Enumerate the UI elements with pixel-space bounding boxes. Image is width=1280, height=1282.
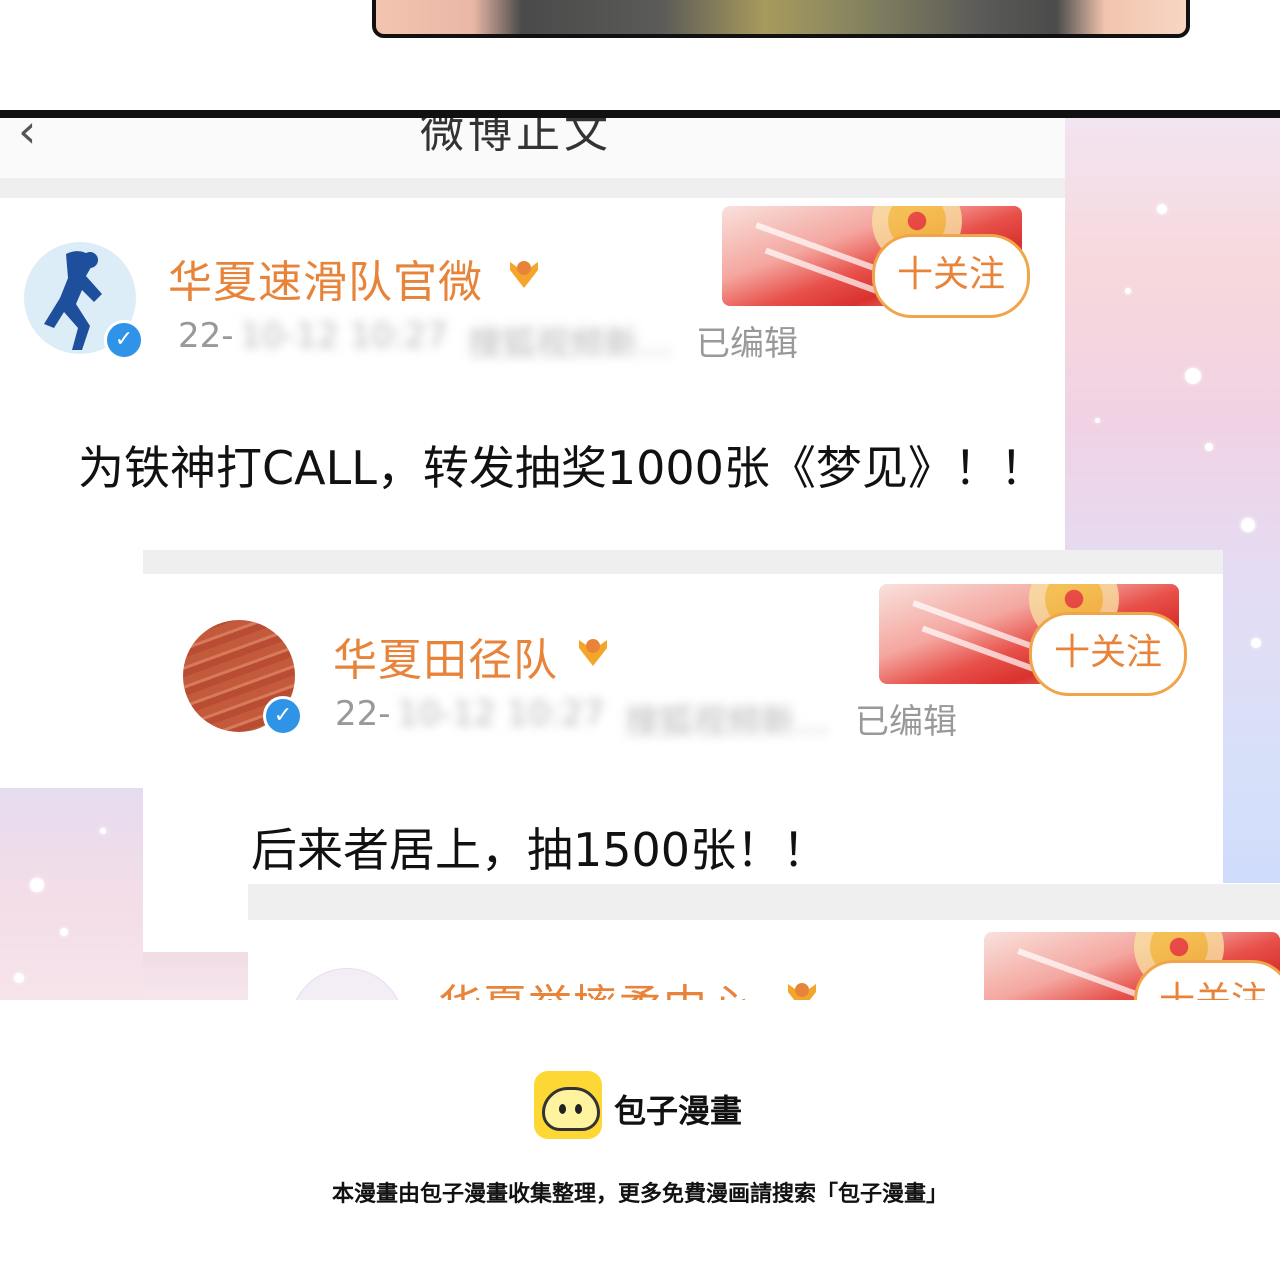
brand-name: 包子漫畫 <box>614 1092 743 1130</box>
follow-button[interactable]: 十关注 <box>872 234 1030 318</box>
edited-label: 已编辑 <box>696 324 798 364</box>
sparkle-background-left-lower <box>143 952 248 1000</box>
card-backdrop <box>0 550 143 788</box>
divider-strip <box>0 178 1065 198</box>
weibo-post-card: 华夏举摔柔中心 十关注 <box>248 920 1280 1000</box>
post-date-prefix: 22- <box>335 694 391 734</box>
weibo-post-card: ✓ 华夏田径队 22- 10-12 10:27 搜狐视频新… 已编辑 十关注 后… <box>143 574 1223 884</box>
username[interactable]: 华夏田径队 <box>333 624 558 688</box>
baozi-logo-icon <box>534 1071 602 1139</box>
post-date-prefix: 22- <box>178 316 234 356</box>
post-date-blurred: 10-12 10:27 <box>240 316 448 356</box>
edited-label: 已编辑 <box>855 702 957 742</box>
post-source-blurred: 搜狐视频新… <box>625 702 829 742</box>
footer-note: 本漫畫由包子漫畫收集整理，更多免費漫画請搜索「包子漫畫」 <box>331 1182 948 1207</box>
post-date-blurred: 10-12 10:27 <box>397 694 605 734</box>
weibo-post-card: ✓ 华夏速滑队官微 22- 10-12 10:27 搜狐视频新… 已编辑 十关注… <box>0 198 1065 550</box>
medal-icon <box>510 261 538 288</box>
follow-button[interactable]: 十关注 <box>1134 960 1280 1000</box>
verified-badge-icon: ✓ <box>263 696 303 736</box>
username[interactable]: 华夏举摔柔中心 <box>438 970 753 1000</box>
post-text: 为铁神打CALL，转发抽奖1000张《梦见》！！ <box>78 441 1046 495</box>
verified-badge-icon: ✓ <box>104 320 144 360</box>
weibo-header: ‹ 微博正文 <box>0 118 1065 178</box>
follow-button[interactable]: 十关注 <box>1029 612 1187 696</box>
comic-panel-top <box>372 0 1190 38</box>
panel-divider <box>0 110 1280 118</box>
post-source-blurred: 搜狐视频新… <box>468 324 672 364</box>
divider-strip <box>143 550 1223 574</box>
medal-icon <box>788 983 816 1000</box>
post-text: 后来者居上，抽1500张！！ <box>251 823 829 877</box>
sparkle-background-left <box>0 788 143 1000</box>
username[interactable]: 华夏速滑队官微 <box>168 246 483 310</box>
medal-icon <box>579 639 607 666</box>
back-chevron-icon[interactable]: ‹ <box>18 118 36 158</box>
page-title: 微博正文 <box>420 118 612 158</box>
avatar[interactable] <box>290 968 404 1000</box>
divider-strip <box>248 884 1280 920</box>
